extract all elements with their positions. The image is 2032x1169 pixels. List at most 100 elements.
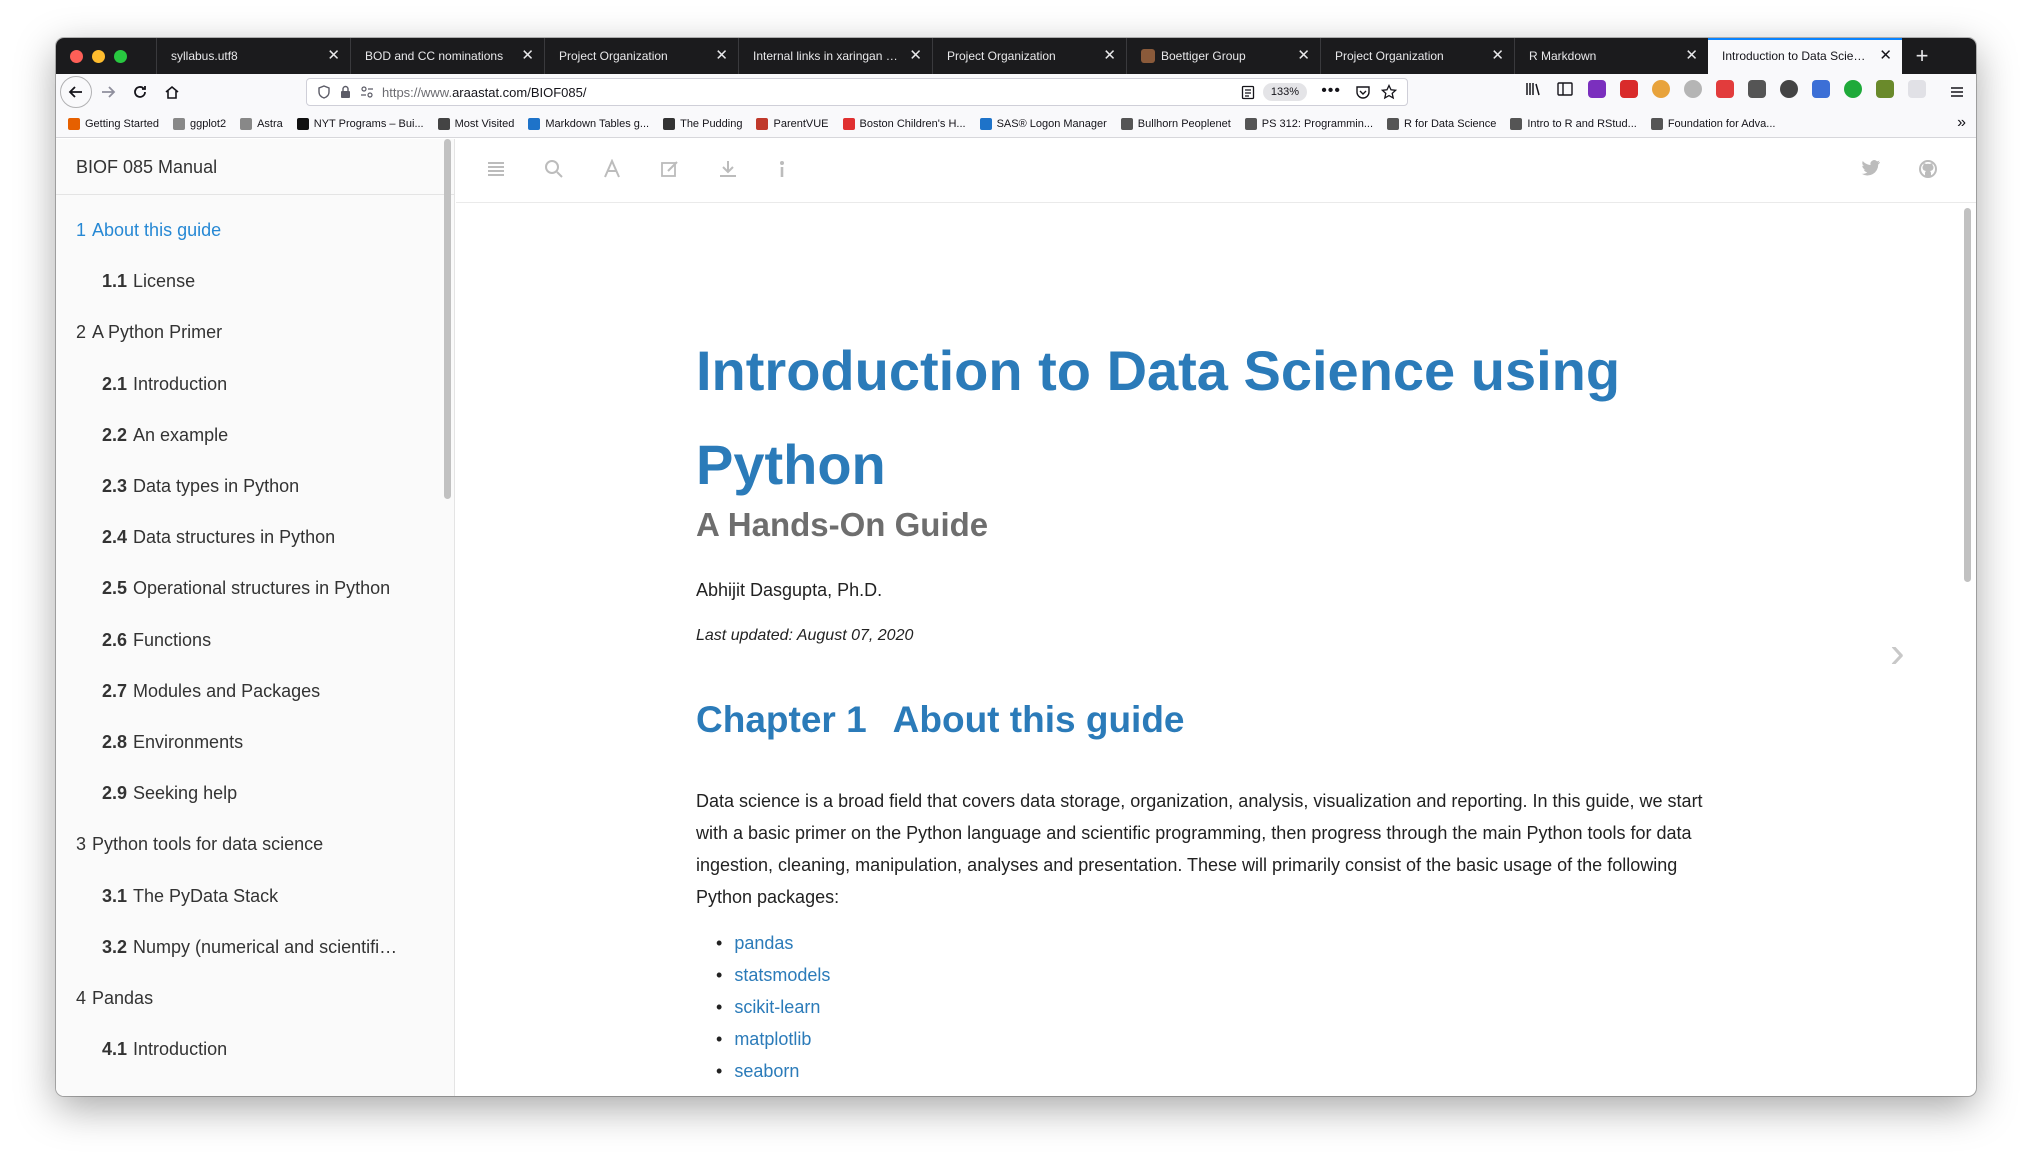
toc-item[interactable]: 2.7 Modules and Packages — [56, 666, 454, 717]
browser-tab[interactable]: Internal links in xaringan pres ✕ — [738, 38, 932, 74]
tab-close-icon[interactable]: ✕ — [521, 47, 534, 65]
onenote-extension-icon[interactable] — [1588, 80, 1606, 98]
zotero-extension-icon[interactable] — [1748, 80, 1766, 98]
close-window-button[interactable] — [70, 49, 83, 63]
browser-tab[interactable]: Project Organization ✕ — [544, 38, 738, 74]
account-extension-icon[interactable] — [1780, 80, 1798, 98]
zoom-level-pill[interactable]: 133% — [1262, 83, 1307, 101]
browser-tab[interactable]: Boettiger Group ✕ — [1126, 38, 1320, 74]
toc-item[interactable]: 2.4 Data structures in Python — [56, 512, 454, 563]
minimize-window-button[interactable] — [92, 49, 105, 63]
tab-close-icon[interactable]: ✕ — [909, 47, 922, 65]
package-link[interactable]: seaborn — [716, 1055, 1716, 1087]
search-icon[interactable] — [544, 159, 564, 179]
notes-extension-icon[interactable] — [1812, 80, 1830, 98]
toc-item[interactable]: 2.3 Data types in Python — [56, 461, 454, 512]
lastpass-extension-icon[interactable] — [1620, 80, 1638, 98]
bookmark-item[interactable]: R for Data Science — [1387, 117, 1496, 130]
bookmark-item[interactable]: ggplot2 — [173, 117, 226, 130]
toc-item[interactable]: 2.6 Functions — [56, 615, 454, 666]
library-icon[interactable] — [1524, 80, 1542, 98]
bookmark-item[interactable]: Markdown Tables g... — [528, 117, 649, 130]
toc-item[interactable]: 2.1 Introduction — [56, 359, 454, 410]
sidebar-toggle-icon[interactable] — [1556, 80, 1574, 98]
bookmark-item[interactable]: SAS® Logon Manager — [979, 117, 1107, 130]
tab-close-icon[interactable]: ✕ — [715, 47, 728, 65]
toc-item[interactable]: 4 Pandas — [56, 973, 454, 1024]
bookmark-item[interactable]: Bullhorn Peoplenet — [1120, 117, 1231, 130]
bookmarks-overflow-icon[interactable]: » — [1957, 114, 1966, 132]
zoom-window-button[interactable] — [114, 49, 127, 63]
todoist-extension-icon[interactable] — [1716, 80, 1734, 98]
bookmark-item[interactable]: Boston Children's H... — [842, 117, 966, 130]
share-icon[interactable] — [1974, 159, 1976, 179]
tab-close-icon[interactable]: ✕ — [1297, 47, 1310, 65]
download-icon[interactable] — [718, 159, 738, 179]
more-actions-icon[interactable]: ••• — [1321, 82, 1341, 100]
hamburger-menu-icon[interactable] — [1949, 84, 1965, 100]
browser-tab[interactable]: Project Organization ✕ — [1320, 38, 1514, 74]
home-button[interactable] — [156, 76, 188, 108]
bookmark-item[interactable]: Getting Started — [68, 117, 159, 130]
shield-extension-icon[interactable] — [1908, 80, 1926, 98]
browser-tab[interactable]: Introduction to Data Science ✕ — [1708, 38, 1902, 74]
toc-item[interactable]: 1 About this guide — [56, 205, 454, 256]
tab-close-icon[interactable]: ✕ — [1685, 47, 1698, 65]
reload-button[interactable] — [124, 76, 156, 108]
shield-icon[interactable] — [317, 85, 331, 99]
paint-extension-icon[interactable] — [1876, 80, 1894, 98]
toc-item[interactable]: 3.2 Numpy (numerical and scientifi… — [56, 922, 454, 973]
sidebar-scrollbar[interactable] — [444, 139, 451, 499]
pudding-extension-icon[interactable] — [1652, 80, 1670, 98]
edit-icon[interactable] — [660, 159, 680, 179]
toc-item[interactable]: 2.5 Operational structures in Python — [56, 563, 454, 614]
package-link[interactable]: matplotlib — [716, 1023, 1716, 1055]
tab-close-icon[interactable]: ✕ — [1103, 47, 1116, 65]
pocket-icon[interactable] — [1355, 85, 1371, 100]
toc-item[interactable]: 2A Python Primer — [56, 307, 454, 358]
tab-close-icon[interactable]: ✕ — [1491, 47, 1504, 65]
next-page-arrow[interactable]: › — [1890, 628, 1905, 678]
bookmark-item[interactable]: Astra — [240, 117, 283, 130]
toc-item[interactable]: 3 Python tools for data science — [56, 819, 454, 870]
url-bar[interactable]: https://www. araastat.com/BIOF085/ 133% •… — [306, 78, 1408, 106]
twitter-icon[interactable] — [1861, 159, 1881, 177]
bookmark-item[interactable]: PS 312: Programmin... — [1244, 117, 1373, 130]
permissions-icon[interactable] — [360, 85, 374, 99]
back-button[interactable] — [60, 76, 92, 108]
sidebar-title[interactable]: BIOF 085 Manual — [56, 139, 454, 195]
package-link[interactable]: pandas — [716, 927, 1716, 959]
toc-item[interactable]: 1.1 License — [56, 256, 454, 307]
browser-tab[interactable]: syllabus.utf8 ✕ — [156, 38, 350, 74]
font-settings-icon[interactable] — [602, 159, 622, 179]
bookmark-star-icon[interactable] — [1381, 84, 1397, 100]
tab-close-icon[interactable]: ✕ — [1879, 47, 1892, 65]
content-scrollbar[interactable] — [1964, 208, 1971, 582]
bookmark-item[interactable]: Foundation for Adva... — [1650, 117, 1775, 130]
browser-tab[interactable]: BOD and CC nominations ✕ — [350, 38, 544, 74]
reader-mode-icon[interactable] — [1241, 85, 1255, 100]
grammarly-extension-icon[interactable] — [1844, 80, 1862, 98]
info-icon[interactable] — [776, 159, 788, 179]
toc-item[interactable]: 3.1 The PyData Stack — [56, 870, 454, 921]
toc-item[interactable]: 2.8 Environments — [56, 717, 454, 768]
bookmark-item[interactable]: NYT Programs – Bui... — [296, 117, 424, 130]
bookmark-item[interactable]: ParentVUE — [756, 117, 829, 130]
tab-close-icon[interactable]: ✕ — [327, 47, 340, 65]
bookmark-item[interactable]: The Pudding — [663, 117, 742, 130]
lock-icon[interactable] — [339, 85, 352, 99]
browser-tab[interactable]: R Markdown ✕ — [1514, 38, 1708, 74]
bookmark-item[interactable]: Most Visited — [437, 117, 514, 130]
bookmark-item[interactable]: Intro to R and RStud... — [1510, 117, 1637, 130]
toc-item[interactable]: 2.9 Seeking help — [56, 768, 454, 819]
forward-button[interactable] — [92, 76, 124, 108]
browser-tab[interactable]: Project Organization ✕ — [932, 38, 1126, 74]
package-link[interactable]: statsmodels — [716, 959, 1716, 991]
github-icon[interactable] — [1918, 159, 1938, 179]
package-link[interactable]: scikit-learn — [716, 991, 1716, 1023]
toc-item[interactable]: 4.1 Introduction — [56, 1024, 454, 1075]
toc-item[interactable]: 2.2 An example — [56, 410, 454, 461]
gear-extension-icon[interactable] — [1684, 80, 1702, 98]
new-tab-button[interactable]: + — [1902, 38, 1942, 74]
toggle-sidebar-icon[interactable] — [486, 159, 506, 179]
